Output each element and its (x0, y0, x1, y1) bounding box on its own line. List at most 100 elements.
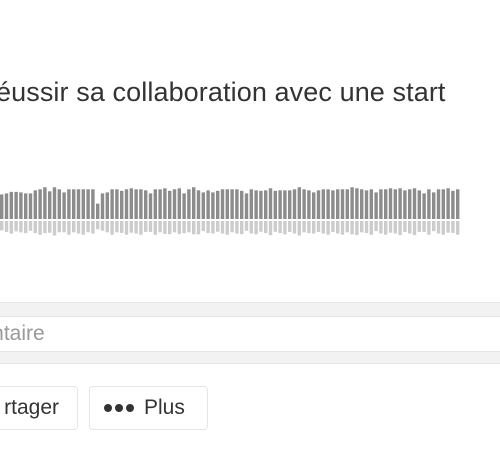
waveform-bar (417, 190, 421, 219)
waveform-reflection-bar (288, 221, 292, 232)
waveform-reflection-bar (163, 221, 167, 234)
waveform-reflection-bar (436, 221, 441, 234)
waveform-reflection-bar (302, 221, 306, 233)
waveform-bar (14, 191, 18, 219)
share-button-label: rtager (4, 396, 59, 419)
waveform-bar (230, 189, 234, 219)
waveform-reflection-bar (312, 221, 316, 234)
waveform-bar (302, 189, 306, 219)
waveform-bar (33, 190, 37, 219)
waveform-reflection-bar (120, 221, 124, 233)
waveform-reflection-bar (67, 221, 71, 235)
waveform-reflection-bar (398, 221, 402, 236)
waveform-bar (403, 190, 407, 219)
waveform-bar (316, 190, 321, 219)
waveform-bar (19, 192, 23, 219)
waveform-reflection-bar (72, 221, 76, 233)
waveform-bar (158, 189, 162, 219)
waveform-reflection-bar (254, 221, 258, 235)
waveform-bar (76, 189, 81, 219)
waveform-reflection-bar (273, 221, 277, 232)
waveform-reflection-bar (316, 221, 321, 232)
waveform-bar (244, 193, 249, 219)
waveform-bar (379, 189, 383, 219)
waveform-reflection-bar (412, 221, 417, 236)
waveform-reflection-bar (408, 221, 412, 234)
waveform-reflection-bar (52, 221, 57, 236)
waveform-bar (427, 189, 431, 219)
waveform-reflection-bar (403, 221, 407, 232)
waveform-bar (297, 187, 301, 219)
waveform-reflection-bar (28, 221, 33, 231)
waveform-reflection-bar (177, 221, 181, 234)
waveform-reflection-bar (62, 221, 66, 233)
waveform-reflection-bar (110, 221, 114, 235)
waveform-bar (340, 189, 345, 219)
waveform-reflection-bar (172, 221, 177, 233)
waveform-bar (364, 190, 369, 219)
waveform-reflection-bar (129, 221, 133, 233)
waveform-bar (278, 190, 282, 219)
waveform-reflection-bar (86, 221, 90, 233)
waveform-reflection-bar (206, 221, 210, 234)
waveform-bar (249, 189, 253, 219)
waveform-bar (451, 190, 455, 219)
waveform-bar (124, 189, 129, 219)
waveform-bar (292, 189, 297, 219)
waveform-bar (144, 190, 148, 219)
waveform-reflection-bar (115, 221, 119, 233)
waveform-reflection-bar (417, 221, 421, 232)
track-title[interactable]: éussir sa collaboration avec une start (0, 74, 500, 110)
waveform-reflection-bar (182, 221, 186, 234)
waveform-reflection-bar (211, 221, 215, 234)
waveform[interactable] (0, 150, 500, 250)
waveform-bar (86, 189, 90, 219)
waveform-reflection-bar (422, 221, 426, 232)
waveform-bar (52, 187, 57, 219)
waveform-reflection-bar (456, 221, 460, 235)
waveform-bar (240, 190, 244, 219)
waveform-graphic[interactable] (0, 150, 500, 250)
waveform-bar (72, 189, 76, 219)
waveform-bar (182, 193, 186, 219)
waveform-reflection-bar (340, 221, 345, 235)
waveform-bar (321, 189, 325, 219)
waveform-bar (129, 188, 133, 219)
waveform-reflection-bar (24, 221, 28, 234)
comment-input[interactable] (0, 316, 500, 352)
waveform-bar (388, 188, 393, 219)
waveform-reflection-bar (124, 221, 129, 235)
waveform-reflection-bar (307, 221, 311, 234)
waveform-reflection-bar (268, 221, 273, 236)
waveform-reflection-bar (379, 221, 383, 234)
waveform-reflection-bar (441, 221, 445, 235)
waveform-bar (259, 190, 263, 219)
waveform-bar (345, 189, 349, 219)
waveform-bar (187, 189, 191, 219)
waveform-reflection-bar (14, 221, 18, 232)
waveform-bar (192, 187, 196, 219)
waveform-reflection-bar (144, 221, 148, 232)
waveform-reflection-bar (374, 221, 378, 232)
waveform-reflection-bar (264, 221, 268, 234)
waveform-reflection-bar (451, 221, 455, 233)
waveform-reflection-bar (76, 221, 81, 234)
more-button[interactable]: Plus (89, 386, 208, 430)
waveform-bar (9, 191, 13, 219)
waveform-bar (432, 192, 436, 219)
waveform-bar (201, 192, 205, 219)
waveform-bar (0, 194, 4, 219)
waveform-bar (422, 193, 426, 219)
waveform-bar (436, 189, 441, 219)
share-button[interactable]: rtager (0, 386, 78, 430)
waveform-bar (412, 188, 417, 219)
waveform-reflection-bar (33, 221, 37, 234)
waveform-reflection-bar (0, 221, 4, 231)
waveform-reflection-bar (9, 221, 13, 234)
waveform-reflection-bar (446, 221, 450, 233)
waveform-reflection-bar (38, 221, 42, 235)
waveform-bar (398, 188, 402, 219)
waveform-reflection-bar (57, 221, 61, 233)
waveform-bar (384, 189, 388, 219)
waveform-reflection-bar (249, 221, 253, 234)
